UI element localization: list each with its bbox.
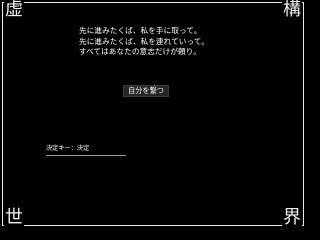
choice-button[interactable]: 自分を繋つ xyxy=(123,85,169,97)
corner-glyph-top-left: 虚 xyxy=(4,0,24,21)
story-line-2: 先に進みたくば、私を連れていって。 xyxy=(79,36,209,46)
story-text: 先に進みたくば、私を手に取って。 先に進みたくば、私を連れていって。 すべてはあ… xyxy=(79,26,209,58)
story-line-1: 先に進みたくば、私を手に取って。 xyxy=(79,26,202,35)
story-line-3: すべてはあなたの意志だけが頼り。 xyxy=(79,47,201,56)
corner-glyph-bottom-right: 界 xyxy=(282,207,302,228)
key-hint: 決定キー：決定 xyxy=(46,145,90,152)
key-hint-underline xyxy=(46,155,126,156)
corner-glyph-top-right: 構 xyxy=(282,0,302,21)
corner-glyph-bottom-left: 世 xyxy=(4,207,24,228)
